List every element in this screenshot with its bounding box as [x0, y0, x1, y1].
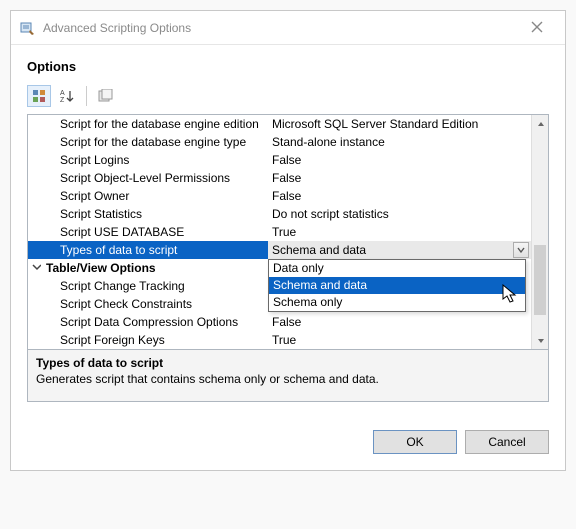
property-row[interactable]: Script USE DATABASETrue: [28, 223, 531, 241]
dropdown-item[interactable]: Schema and data: [269, 277, 525, 294]
description-text: Generates script that contains schema on…: [36, 372, 540, 386]
property-label: Script Foreign Keys: [28, 331, 268, 349]
dialog-window: Advanced Scripting Options Options A Z: [10, 10, 566, 471]
property-label: Script Owner: [28, 187, 268, 205]
property-label: Script Statistics: [28, 205, 268, 223]
property-row[interactable]: Script for the database engine typeStand…: [28, 133, 531, 151]
scroll-up-icon[interactable]: [532, 115, 548, 132]
titlebar: Advanced Scripting Options: [11, 11, 565, 45]
property-label: Table/View Options: [28, 259, 268, 277]
property-value[interactable]: True: [268, 223, 531, 241]
toolbar-alphabetical-icon[interactable]: A Z: [55, 85, 79, 107]
types-of-data-dropdown[interactable]: Data onlySchema and dataSchema only: [268, 259, 526, 312]
property-value[interactable]: False: [268, 187, 531, 205]
section-heading: Options: [27, 59, 549, 74]
property-row[interactable]: Types of data to scriptSchema and data: [28, 241, 531, 259]
dropdown-item[interactable]: Schema only: [269, 294, 525, 311]
property-label: Script Data Compression Options: [28, 313, 268, 331]
property-row[interactable]: Script Foreign KeysTrue: [28, 331, 531, 349]
property-value[interactable]: False: [268, 169, 531, 187]
toolbar-categorized-icon[interactable]: [27, 85, 51, 107]
property-row[interactable]: Script LoginsFalse: [28, 151, 531, 169]
close-icon[interactable]: [517, 20, 557, 36]
property-row[interactable]: Script for the database engine editionMi…: [28, 115, 531, 133]
property-row[interactable]: Script Data Compression OptionsFalse: [28, 313, 531, 331]
property-value[interactable]: Stand-alone instance: [268, 133, 531, 151]
dropdown-toggle-icon[interactable]: [513, 242, 529, 258]
property-label: Script for the database engine type: [28, 133, 268, 151]
property-grid: Script for the database engine editionMi…: [27, 114, 549, 350]
toolbar-separator: [86, 86, 87, 106]
scrollbar[interactable]: [531, 115, 548, 349]
svg-text:A: A: [60, 90, 65, 97]
app-icon: [19, 20, 35, 36]
cancel-button[interactable]: Cancel: [465, 430, 549, 454]
property-value[interactable]: Schema and data: [268, 241, 531, 259]
description-title: Types of data to script: [36, 356, 540, 370]
description-panel: Types of data to script Generates script…: [27, 350, 549, 402]
chevron-down-icon[interactable]: [32, 259, 42, 277]
property-row[interactable]: Script Object-Level PermissionsFalse: [28, 169, 531, 187]
dropdown-item[interactable]: Data only: [269, 260, 525, 277]
property-label: Types of data to script: [28, 241, 268, 259]
property-row[interactable]: Script StatisticsDo not script statistic…: [28, 205, 531, 223]
property-value[interactable]: False: [268, 151, 531, 169]
property-label: Script Check Constraints: [28, 295, 268, 313]
property-value[interactable]: True: [268, 331, 531, 349]
property-label: Script USE DATABASE: [28, 223, 268, 241]
property-label: Script Change Tracking: [28, 277, 268, 295]
button-row: OK Cancel: [11, 414, 565, 470]
svg-text:Z: Z: [60, 97, 65, 103]
property-row[interactable]: Script OwnerFalse: [28, 187, 531, 205]
scroll-thumb[interactable]: [534, 245, 546, 315]
toolbar: A Z: [27, 84, 549, 108]
property-value[interactable]: Microsoft SQL Server Standard Edition: [268, 115, 531, 133]
property-value[interactable]: Do not script statistics: [268, 205, 531, 223]
property-value[interactable]: False: [268, 313, 531, 331]
property-label: Script Logins: [28, 151, 268, 169]
toolbar-pages-icon[interactable]: [94, 85, 118, 107]
window-title: Advanced Scripting Options: [43, 21, 517, 35]
property-label: Script Object-Level Permissions: [28, 169, 268, 187]
scroll-down-icon[interactable]: [532, 332, 548, 349]
property-label: Script for the database engine edition: [28, 115, 268, 133]
ok-button[interactable]: OK: [373, 430, 457, 454]
